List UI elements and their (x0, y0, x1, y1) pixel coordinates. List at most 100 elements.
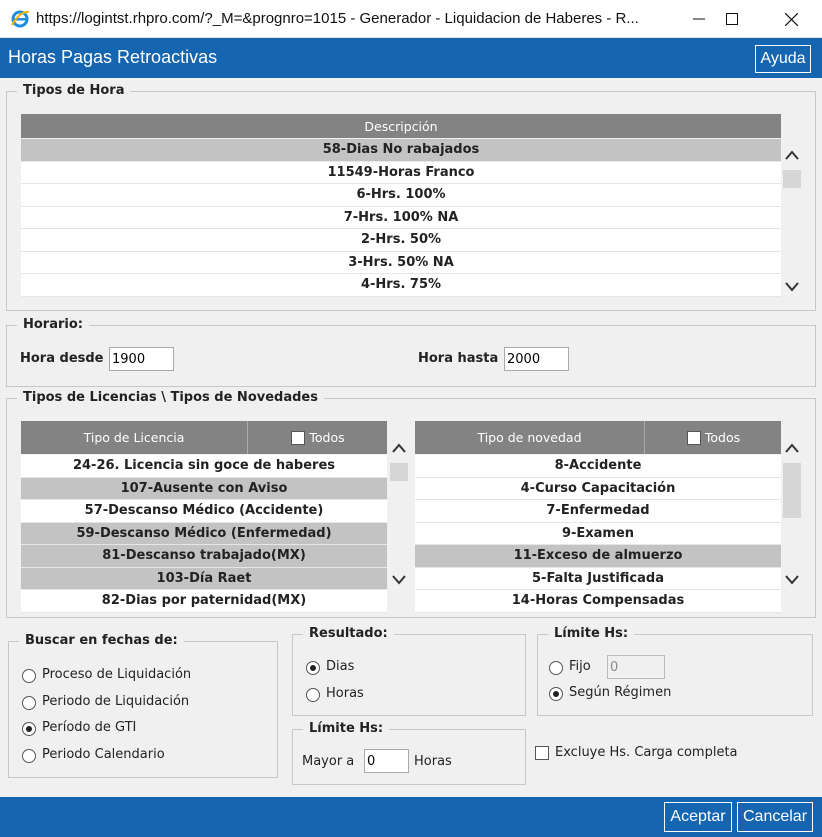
novedades-todos-checkbox[interactable] (686, 430, 701, 445)
accept-button[interactable]: Aceptar (664, 802, 732, 832)
maximize-icon (726, 13, 738, 25)
resultado-option-radio[interactable] (306, 661, 320, 675)
tipo-licencia-column-header[interactable]: Tipo de Licencia (21, 421, 248, 454)
mayor-a-label: Mayor a (302, 754, 355, 769)
tipos-hora-list: 58-Dias No rabajados 11549-Horas Franco 6-… (21, 139, 781, 299)
dialog-header: Horas Pagas Retroactivas Ayuda (0, 38, 822, 78)
chevron-up-icon[interactable] (783, 441, 801, 455)
hora-hasta-input[interactable] (504, 347, 569, 371)
novedades-list: 8-Accidente 4-Curso Capacitación 7-Enferme… (415, 455, 781, 613)
scroll-thumb[interactable] (783, 170, 801, 188)
hora-desde-label: Hora desde (20, 351, 104, 366)
licencias-todos[interactable]: Todos (249, 421, 387, 454)
help-button[interactable]: Ayuda (755, 45, 811, 73)
list-item[interactable]: 103-Día Raet (21, 567, 387, 590)
dialog-content: Tipos de Hora Descripción 58-Dias No rab… (0, 78, 822, 797)
tipos-hora-legend: Tipos de Hora (17, 83, 131, 98)
buscar-fecha-option-radio[interactable] (22, 695, 36, 710)
minimize-icon (693, 18, 705, 20)
limite-hs-regimen-section: Límite Hs: Fijo Según Régimen (537, 626, 813, 716)
novedades-todos-label: Todos (704, 430, 741, 445)
scroll-thumb[interactable] (783, 463, 801, 518)
close-button[interactable] (776, 6, 806, 32)
chevron-down-icon[interactable] (783, 280, 801, 294)
window-titlebar: https://logintst.rhpro.com/?_M=&prognro=… (0, 0, 822, 38)
list-item[interactable]: 2-Hrs. 50% (21, 229, 781, 252)
tipos-hora-header: Descripción (21, 114, 781, 138)
close-icon (784, 12, 798, 26)
list-item[interactable]: 7-Hrs. 100% NA (21, 206, 781, 229)
list-item[interactable]: 4-Curso Capacitación (415, 477, 781, 500)
hora-desde-input[interactable] (109, 347, 174, 371)
licencias-legend: Tipos de Licencias \ Tipos de Novedades (17, 390, 324, 405)
chevron-up-icon[interactable] (390, 441, 408, 455)
licencias-header: Tipo de Licencia Todos (21, 421, 387, 454)
list-item[interactable]: 6-Hrs. 100% (21, 184, 781, 207)
excluye-carga-completa-checkbox[interactable] (535, 746, 549, 760)
list-item[interactable]: 59-Descanso Médico (Enfermedad) (21, 522, 387, 545)
buscar-fecha-option-label: Periodo de Liquidación (42, 693, 190, 709)
horas-unit-label: Horas (414, 754, 452, 769)
resultado-option-label: Dias (326, 659, 355, 674)
list-item[interactable]: 8-Accidente (415, 455, 781, 478)
fijo-radio[interactable] (549, 661, 563, 675)
chevron-down-icon[interactable] (390, 573, 408, 587)
buscar-fechas-section: Buscar en fechas de: Proceso de Liquidac… (8, 633, 278, 778)
list-item[interactable]: 107-Ausente con Aviso (21, 477, 387, 500)
descripcion-column-header[interactable]: Descripción (21, 114, 781, 138)
list-item[interactable]: 3-Hrs. 50% NA (21, 251, 781, 274)
minimize-button[interactable] (684, 6, 714, 32)
hora-hasta-label: Hora hasta (418, 351, 499, 366)
list-item[interactable]: 81-Descanso trabajado(MX) (21, 545, 387, 568)
licencias-list: 24-26. Licencia sin goce de haberes 107-A… (21, 455, 387, 613)
list-item[interactable]: 5-Falta Justificada (415, 567, 781, 590)
list-item[interactable]: 14-Horas Compensadas (415, 590, 781, 613)
tipos-hora-scrollbar[interactable] (781, 132, 803, 292)
horario-legend: Horario: (17, 317, 89, 332)
licencias-scrollbar[interactable] (388, 421, 410, 611)
chevron-down-icon[interactable] (783, 573, 801, 587)
segun-regimen-radio[interactable] (549, 687, 563, 701)
list-item[interactable]: 57-Descanso Médico (Accidente) (21, 500, 387, 523)
tipos-hora-section: Tipos de Hora Descripción 58-Dias No rab… (6, 83, 816, 311)
limite-hs-mayor-section: Límite Hs: Mayor a Horas (292, 721, 526, 785)
segun-regimen-label: Según Régimen (569, 685, 672, 700)
buscar-fecha-option-radio[interactable] (22, 748, 36, 763)
buscar-fecha-option-label: Periodo Calendario (42, 746, 165, 762)
chevron-up-icon[interactable] (783, 148, 801, 162)
limite-hs-regimen-legend: Límite Hs: (548, 626, 635, 641)
licencias-todos-checkbox[interactable] (291, 430, 306, 445)
internet-explorer-icon (11, 10, 30, 28)
scroll-thumb[interactable] (390, 463, 408, 481)
buscar-fecha-option-label: Período de GTI (42, 720, 137, 735)
maximize-button[interactable] (717, 6, 747, 32)
buscar-fechas-legend: Buscar en fechas de: (19, 633, 184, 648)
novedades-todos[interactable]: Todos (646, 421, 781, 454)
novedades-scrollbar[interactable] (781, 421, 803, 611)
list-item[interactable]: 82-Dias por paternidad(MX) (21, 590, 387, 613)
excluye-carga-completa-label: Excluye Hs. Carga completa (555, 745, 738, 760)
limite-hs-mayor-legend: Límite Hs: (303, 721, 390, 736)
buscar-fecha-option-radio[interactable] (22, 669, 36, 683)
buscar-fecha-option-radio[interactable] (22, 722, 36, 736)
resultado-option-label: Horas (326, 686, 364, 701)
resultado-legend: Resultado: (303, 626, 394, 641)
mayor-a-input[interactable] (364, 749, 409, 773)
page-title: Horas Pagas Retroactivas (8, 47, 218, 67)
horario-section: Horario: Hora desde Hora hasta (6, 317, 816, 387)
novedades-header: Tipo de novedad Todos (415, 421, 781, 454)
resultado-section: Resultado: Dias Horas (292, 626, 526, 716)
list-item[interactable]: 4-Hrs. 75% (21, 274, 781, 297)
list-item[interactable]: 58-Dias No rabajados (21, 139, 781, 162)
window-title: https://logintst.rhpro.com/?_M=&prognro=… (36, 10, 639, 27)
list-item[interactable]: 11-Exceso de almuerzo (415, 545, 781, 568)
list-item[interactable]: 24-26. Licencia sin goce de haberes (21, 455, 387, 478)
list-item[interactable]: 9-Examen (415, 522, 781, 545)
list-item[interactable]: 11549-Horas Franco (21, 161, 781, 184)
cancel-button[interactable]: Cancelar (737, 802, 813, 832)
fijo-input[interactable] (607, 655, 665, 679)
resultado-option-radio[interactable] (306, 688, 320, 702)
dialog-footer: Aceptar Cancelar (0, 797, 822, 837)
tipo-novedad-column-header[interactable]: Tipo de novedad (415, 421, 645, 454)
list-item[interactable]: 7-Enfermedad (415, 500, 781, 523)
